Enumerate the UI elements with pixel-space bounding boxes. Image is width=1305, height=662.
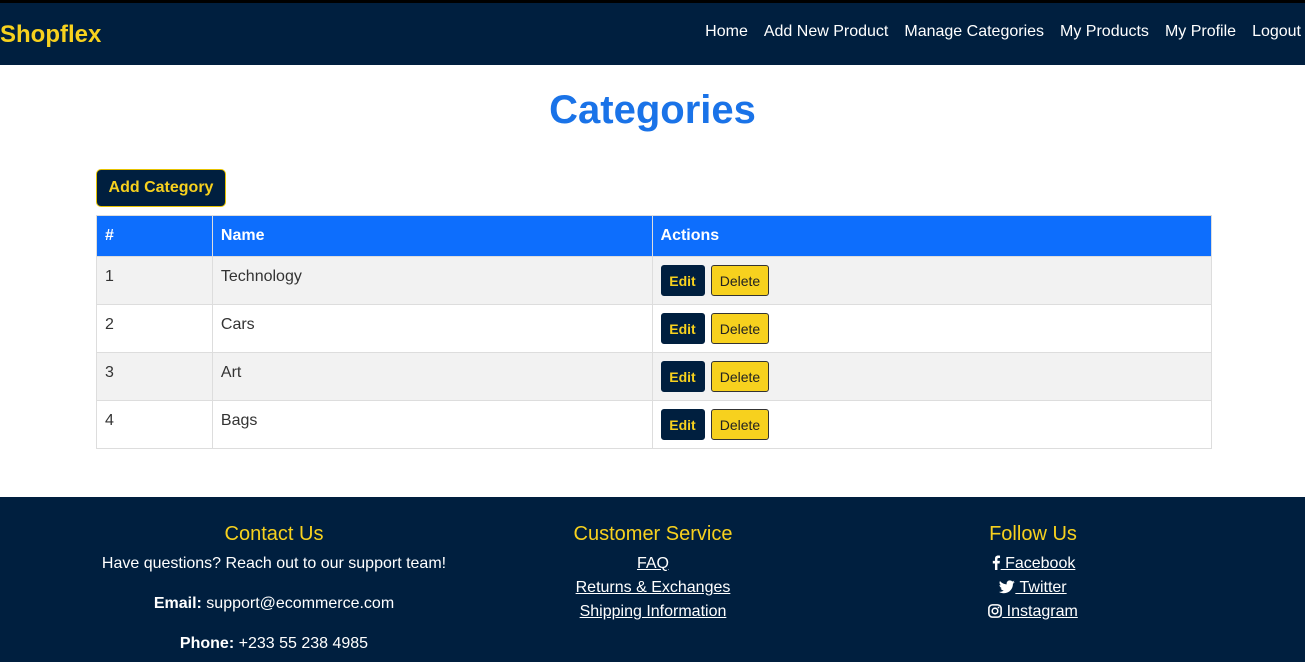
- twitter-link[interactable]: Twitter: [999, 579, 1067, 596]
- twitter-label: Twitter: [1015, 579, 1067, 596]
- edit-button[interactable]: Edit: [660, 361, 705, 392]
- delete-button[interactable]: Delete: [710, 313, 769, 344]
- categories-table: # Name Actions 1 Technology Edit Delete …: [96, 215, 1213, 449]
- facebook-row: Facebook: [883, 555, 1183, 573]
- contact-phone: Phone: +233 55 238 4985: [74, 635, 474, 653]
- nav-add-new-product[interactable]: Add New Product: [764, 23, 889, 41]
- row-actions: Edit Delete: [651, 256, 1213, 305]
- row-actions: Edit Delete: [651, 304, 1213, 353]
- shipping-row: Shipping Information: [503, 603, 803, 621]
- phone-label: Phone:: [179, 635, 235, 652]
- table-row: 2 Cars Edit Delete: [96, 304, 1213, 353]
- row-number: 1: [96, 256, 213, 305]
- twitter-icon: [999, 580, 1016, 594]
- nav-manage-categories[interactable]: Manage Categories: [904, 23, 1044, 41]
- nav-home[interactable]: Home: [705, 23, 748, 41]
- row-actions: Edit Delete: [651, 352, 1213, 401]
- faq-row: FAQ: [503, 555, 803, 573]
- facebook-label: Facebook: [1000, 555, 1076, 572]
- returns-row: Returns & Exchanges: [503, 579, 803, 597]
- contact-email: Email: support@ecommerce.com: [74, 595, 474, 613]
- delete-button[interactable]: Delete: [710, 265, 769, 296]
- nav-my-profile[interactable]: My Profile: [1165, 23, 1236, 41]
- contact-title: Contact Us: [224, 523, 324, 545]
- instagram-link[interactable]: Instagram: [988, 603, 1078, 620]
- row-name: Art: [211, 352, 653, 401]
- add-category-button[interactable]: Add Category: [96, 169, 226, 207]
- top-navbar: Shopflex Home Add New Product Manage Cat…: [0, 0, 1305, 65]
- row-name: Cars: [211, 304, 653, 353]
- facebook-link[interactable]: Facebook: [991, 555, 1076, 572]
- header-actions: Actions: [651, 215, 1213, 257]
- edit-button[interactable]: Edit: [660, 265, 705, 296]
- site-footer: Contact Us Have questions? Reach out to …: [0, 497, 1305, 662]
- instagram-label: Instagram: [1002, 603, 1078, 620]
- faq-link[interactable]: FAQ: [637, 555, 669, 572]
- table-row: 1 Technology Edit Delete: [96, 256, 1213, 305]
- row-number: 3: [96, 352, 213, 401]
- page-title: Categories: [549, 88, 756, 132]
- returns-link[interactable]: Returns & Exchanges: [576, 579, 731, 596]
- row-number: 4: [96, 400, 213, 449]
- delete-button[interactable]: Delete: [710, 361, 769, 392]
- phone-value: +233 55 238 4985: [238, 635, 369, 652]
- edit-button[interactable]: Edit: [660, 313, 705, 344]
- table-row: 3 Art Edit Delete: [96, 352, 1213, 401]
- email-value: support@ecommerce.com: [206, 595, 395, 612]
- nav-logout[interactable]: Logout: [1252, 23, 1301, 41]
- facebook-icon: [992, 555, 1000, 570]
- header-name: Name: [211, 215, 653, 257]
- email-label: Email:: [153, 595, 202, 612]
- row-number: 2: [96, 304, 213, 353]
- twitter-row: Twitter: [883, 579, 1183, 597]
- header-number: #: [96, 215, 213, 257]
- row-name: Technology: [211, 256, 653, 305]
- table-row: 4 Bags Edit Delete: [96, 400, 1213, 449]
- customer-service-title: Customer Service: [573, 523, 733, 545]
- row-name: Bags: [211, 400, 653, 449]
- nav-my-products[interactable]: My Products: [1060, 23, 1149, 41]
- contact-text: Have questions? Reach out to our support…: [101, 555, 447, 572]
- follow-us-title: Follow Us: [989, 523, 1077, 545]
- edit-button[interactable]: Edit: [660, 409, 705, 440]
- shipping-link[interactable]: Shipping Information: [580, 603, 727, 620]
- row-actions: Edit Delete: [651, 400, 1213, 449]
- main-nav: Home Add New Product Manage Categories M…: [689, 23, 1301, 41]
- table-header-row: # Name Actions: [96, 215, 1213, 257]
- instagram-row: Instagram: [883, 603, 1183, 621]
- delete-button[interactable]: Delete: [710, 409, 769, 440]
- instagram-icon: [988, 604, 1003, 618]
- brand-logo[interactable]: Shopflex: [0, 21, 101, 49]
